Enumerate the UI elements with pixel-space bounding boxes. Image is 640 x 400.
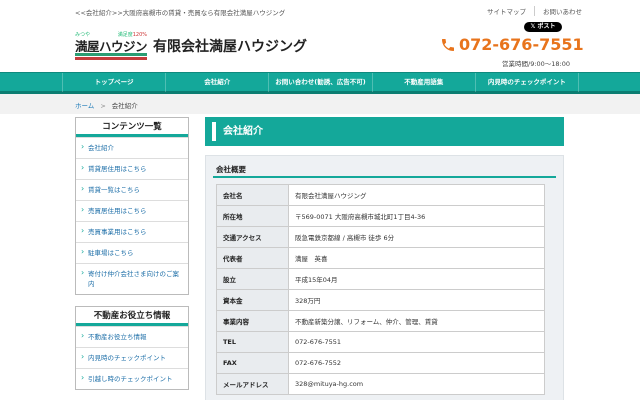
logo-green-stripe	[75, 53, 147, 56]
row-value: 有限会社満屋ハウジング	[288, 184, 545, 206]
x-post-button[interactable]: 𝕏 ポスト	[524, 22, 562, 32]
sidebar-item-company[interactable]: 会社紹介	[76, 137, 188, 158]
nav-checkpoints[interactable]: 内見時のチェックポイント	[474, 73, 580, 92]
row-value: 072-676-7551	[288, 331, 545, 353]
contents-box: コンテンツ一覧 会社紹介 賃貸居住用はこちら 賃貸一覧はこちら 売買居住用はこち…	[75, 117, 189, 295]
row-label: 事業内容	[216, 310, 289, 332]
breadcrumb-home[interactable]: ホーム	[75, 102, 94, 110]
contents-title: コンテンツ一覧	[76, 118, 188, 137]
table-row: 事業内容 不動産新築分譲、リフォーム、仲介、管理、賃貸	[216, 310, 545, 332]
sidebar-item-rental-list[interactable]: 賃貸一覧はこちら	[76, 179, 188, 200]
breadcrumb: ホーム > 会社紹介	[75, 100, 138, 110]
sidebar: コンテンツ一覧 会社紹介 賃貸居住用はこちら 賃貸一覧はこちら 売買居住用はこち…	[75, 117, 189, 400]
table-row: 資本金 328万円	[216, 289, 545, 311]
table-row: 交通アクセス 阪急電鉄京都線 / 高槻市 徒歩 6分	[216, 226, 545, 248]
row-label: 資本金	[216, 289, 289, 311]
logo-red-stripe	[75, 57, 147, 60]
breadcrumb-current: 会社紹介	[111, 102, 138, 110]
sidebar-item-moving-checkpoints[interactable]: 引越し時のチェックポイント	[76, 368, 188, 389]
sidebar-item-sale-residential[interactable]: 売買居住用はこちら	[76, 200, 188, 221]
table-row: 会社名 有限会社満屋ハウジング	[216, 184, 545, 206]
nav-contact[interactable]: お問い合わせ(勧誘、広告不可)	[268, 73, 371, 92]
row-value: 〒569-0071 大阪府高槻市城北町1丁目4-36	[288, 205, 545, 227]
row-label: 代表者	[216, 247, 289, 269]
row-label: 設立	[216, 268, 289, 290]
sidebar-item-sale-commercial[interactable]: 売買事業用はこちら	[76, 221, 188, 242]
row-label: 所在地	[216, 205, 289, 227]
company-overview-panel: 会社概要 会社名 有限会社満屋ハウジング 所在地 〒569-0071 大阪府高槻市城…	[205, 155, 564, 400]
site-name: 有限会社満屋ハウジング	[153, 39, 307, 55]
main-nav: トップページ 会社紹介 お問い合わせ(勧誘、広告不可) 不動産用語集 内見時のチ…	[0, 72, 640, 94]
row-value: 328万円	[288, 289, 545, 311]
sidebar-item-agent-guide[interactable]: 寄付け仲介会社さま向けのご案内	[76, 263, 188, 294]
info-box: 不動産お役立ち情報 不動産お役立ち情報 内見時のチェックポイント 引越し時のチェ…	[75, 306, 189, 390]
nav-top-page[interactable]: トップページ	[62, 73, 165, 92]
row-value: 不動産新築分譲、リフォーム、仲介、管理、賃貸	[288, 310, 545, 332]
row-label: TEL	[216, 331, 289, 353]
phone-icon	[442, 38, 454, 51]
header-tagline: <<会社紹介>>大阪府高槻市の賃貸・売買なら有限会社満屋ハウジング	[75, 9, 286, 17]
table-row: FAX 072-676-7552	[216, 352, 545, 374]
row-label: 会社名	[216, 184, 289, 206]
page-title: 会社紹介	[205, 117, 564, 146]
breadcrumb-separator: >	[100, 102, 106, 110]
business-hours: 営業時間/9:00～18:00	[502, 60, 571, 68]
sidebar-item-rental-residential[interactable]: 賃貸居住用はこちら	[76, 158, 188, 179]
row-label: メールアドレス	[216, 373, 289, 395]
logo-wordmark: 満屋ハウジング	[75, 39, 147, 52]
row-value: 阪急電鉄京都線 / 高槻市 徒歩 6分	[288, 226, 545, 248]
table-row: メールアドレス 328@mituya-hg.com	[216, 373, 545, 395]
company-info-table: 会社名 有限会社満屋ハウジング 所在地 〒569-0071 大阪府高槻市城北町1丁目…	[216, 184, 545, 395]
table-row: 所在地 〒569-0071 大阪府高槻市城北町1丁目4-36	[216, 205, 545, 227]
phone-number[interactable]: 072-676-7551	[440, 35, 584, 54]
row-value: 満屋 英喜	[288, 247, 545, 269]
site-header: <<会社紹介>>大阪府高槻市の賃貸・売買なら有限会社満屋ハウジング サイトマップ…	[0, 0, 640, 72]
table-row: 設立 平成15年04月	[216, 268, 545, 290]
nav-company[interactable]: 会社紹介	[165, 73, 268, 92]
contact-link[interactable]: お問いあわせ	[534, 6, 590, 16]
section-title: 会社概要	[213, 161, 556, 178]
sidebar-item-info[interactable]: 不動産お役立ち情報	[76, 326, 188, 347]
row-label: FAX	[216, 352, 289, 374]
row-value: 072-676-7552	[288, 352, 545, 374]
sidebar-item-parking[interactable]: 駐車場はこちら	[76, 242, 188, 263]
header-links: サイトマップ お問いあわせ	[479, 6, 590, 16]
row-value: 平成15年04月	[288, 268, 545, 290]
info-title: 不動産お役立ち情報	[76, 307, 188, 326]
row-label: 交通アクセス	[216, 226, 289, 248]
sidebar-item-viewing-checkpoints[interactable]: 内見時のチェックポイント	[76, 347, 188, 368]
table-row: 代表者 満屋 英喜	[216, 247, 545, 269]
nav-glossary[interactable]: 不動産用語集	[371, 73, 475, 92]
company-logo[interactable]: みつや 満足度120% 満屋ハウジング	[75, 31, 147, 61]
row-value[interactable]: 328@mituya-hg.com	[288, 373, 545, 395]
sitemap-link[interactable]: サイトマップ	[479, 6, 534, 16]
table-row: TEL 072-676-7551	[216, 331, 545, 353]
main-content: 会社紹介 会社概要 会社名 有限会社満屋ハウジング 所在地 〒569-0071 大阪…	[205, 117, 564, 400]
